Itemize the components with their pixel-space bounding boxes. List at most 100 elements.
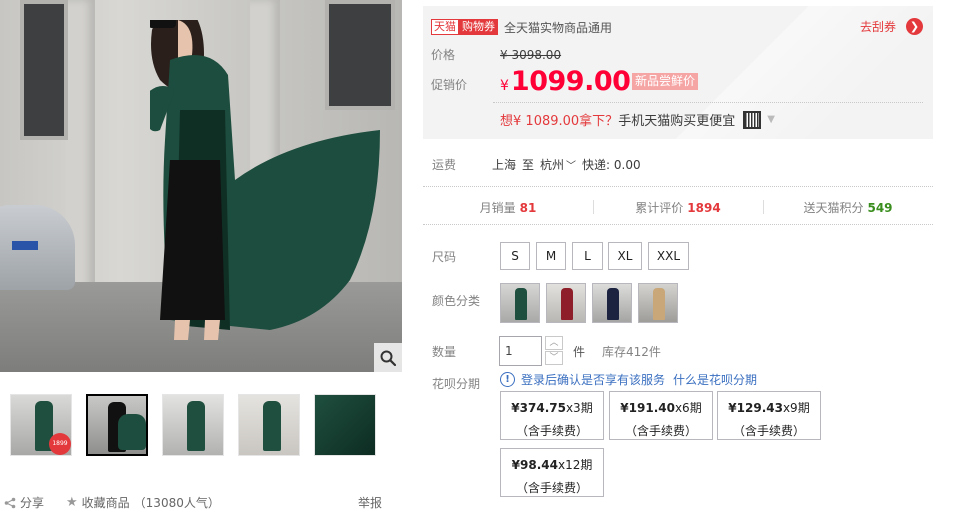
arrow-right-icon: ❯ [906, 18, 923, 35]
quantity-input[interactable]: 1 [499, 336, 542, 366]
favorite-button[interactable]: ★ 收藏商品 （13080人气） [66, 494, 220, 511]
new-product-tag: 新品尝鲜价 [632, 73, 699, 90]
tmall-points: 送天猫积分 549 [763, 199, 933, 216]
info-icon: ! [500, 372, 515, 387]
size-option-xxl[interactable]: XXL [648, 242, 689, 270]
installment-fee-note: （含手续费） [732, 424, 805, 438]
quantity-unit: 件 [573, 345, 586, 359]
main-product-image[interactable] [0, 0, 402, 372]
thumbnail-1[interactable]: 1899 [10, 394, 72, 456]
installment-amount: ¥129.43 [728, 401, 783, 415]
installment-plan-9[interactable]: ¥129.43x9期 （含手续费） [717, 391, 821, 440]
stock-count: 库存412件 [602, 345, 661, 359]
size-option-l[interactable]: L [572, 242, 603, 270]
color-option-camel[interactable] [638, 283, 678, 323]
installment-periods: x3期 [565, 401, 593, 415]
zoom-button[interactable] [374, 343, 402, 372]
price-label: 价格 [431, 48, 456, 62]
chevron-down-icon: ﹀ [566, 161, 577, 172]
promo-price: ¥ 1099.00 [500, 66, 631, 97]
sales-stats: 月销量 81 累计评价 1894 送天猫积分 549 [423, 196, 933, 218]
size-option-xl[interactable]: XL [608, 242, 642, 270]
installment-fee-note: （含手续费） [624, 424, 697, 438]
thumbnail-3[interactable] [162, 394, 224, 456]
ship-to-selector[interactable]: 杭州 ﹀ [540, 156, 576, 173]
ship-from: 上海 [492, 158, 517, 172]
monthly-sales-label: 月销量 [479, 201, 516, 215]
coupon-tag: 购物券 [459, 19, 498, 35]
tmall-points-value: 549 [867, 201, 893, 215]
divider [493, 102, 923, 103]
installment-amount: ¥98.44 [511, 458, 558, 472]
coupon-text: 全天猫实物商品通用 [504, 20, 613, 35]
background-car [0, 205, 75, 290]
share-icon [4, 497, 16, 508]
installment-periods: x6期 [674, 401, 702, 415]
monthly-sales-value: 81 [519, 201, 537, 215]
divider [423, 224, 933, 225]
installment-amount: ¥374.75 [511, 401, 566, 415]
get-coupon-button[interactable]: 去刮券 ❯ [860, 18, 923, 35]
express-fee: 快递: 0.00 [582, 158, 641, 172]
get-coupon-label: 去刮券 [859, 20, 896, 34]
installment-plan-6[interactable]: ¥191.40x6期 （含手续费） [609, 391, 713, 440]
installment-plan-3[interactable]: ¥374.75x3期 （含手续费） [500, 391, 604, 440]
qr-code-icon[interactable] [743, 110, 762, 129]
original-price: ¥ 3098.00 [500, 48, 562, 62]
app-promo-suffix: 手机天猫购买更便宜 [618, 114, 736, 129]
installment-fee-note: （含手续费） [515, 481, 588, 495]
background-window [20, 0, 68, 140]
app-promo-prefix: 想 [500, 114, 514, 129]
installment-notice: ! 登录后确认是否享有该服务 什么是花呗分期 [500, 371, 757, 388]
installment-amount: ¥191.40 [620, 401, 675, 415]
thumbnail-4[interactable] [238, 394, 300, 456]
star-icon: ★ [66, 495, 78, 510]
quantity-increase-button[interactable]: ︿ [545, 336, 563, 350]
shipping-label: 运费 [432, 158, 457, 172]
tmall-tag: 天猫 [431, 19, 459, 35]
thumbnail-2-active[interactable] [86, 394, 148, 456]
installment-periods: x12期 [557, 458, 593, 472]
coupon-row: 天猫 购物券 全天猫实物商品通用 [431, 18, 612, 36]
color-option-green[interactable] [500, 283, 540, 323]
color-option-navy[interactable] [592, 283, 632, 323]
divider [423, 186, 933, 187]
total-reviews[interactable]: 累计评价 1894 [593, 199, 763, 216]
color-label: 颜色分类 [432, 294, 481, 308]
size-label: 尺码 [432, 250, 457, 264]
total-reviews-value: 1894 [687, 201, 721, 215]
size-option-m[interactable]: M [536, 242, 566, 270]
caret-down-icon: ▼ [767, 114, 775, 125]
promo-price-label: 促销价 [431, 78, 468, 92]
installment-plan-12[interactable]: ¥98.44x12期 （含手续费） [500, 448, 604, 497]
favorite-label: 收藏商品 [81, 496, 130, 510]
product-actions-bar: 分享 ★ 收藏商品 （13080人气） 举报 [0, 494, 400, 512]
ship-to-city: 杭州 [540, 158, 565, 172]
installment-help-link[interactable]: 什么是花呗分期 [673, 371, 757, 388]
monthly-sales: 月销量 81 [423, 199, 593, 216]
color-option-red[interactable] [546, 283, 586, 323]
thumbnail-price-badge: 1899 [49, 433, 71, 455]
installment-label: 花呗分期 [432, 377, 481, 391]
currency-symbol: ¥ [500, 78, 509, 94]
magnifier-icon [380, 350, 396, 366]
quantity-decrease-button[interactable]: ﹀ [545, 351, 563, 365]
report-label: 举报 [358, 496, 383, 510]
thumbnail-5[interactable] [314, 394, 376, 456]
promo-price-value: 1099.00 [510, 66, 631, 97]
report-link[interactable]: 举报 [358, 494, 382, 511]
installment-fee-note: （含手续费） [515, 424, 588, 438]
model-figure [150, 20, 380, 340]
app-promo-amount: ¥ 1089.00拿下？ [513, 114, 619, 129]
favorite-count: （13080人气） [133, 496, 220, 510]
size-option-s[interactable]: S [500, 242, 530, 270]
share-label: 分享 [20, 496, 45, 510]
ship-to-word: 至 [522, 158, 535, 172]
quantity-label: 数量 [432, 345, 457, 359]
tmall-points-label: 送天猫积分 [803, 201, 864, 215]
app-promo-row[interactable]: 想 ¥ 1089.00拿下？ 手机天猫购买更便宜 ▼ [500, 110, 775, 129]
share-button[interactable]: 分享 [4, 494, 44, 511]
total-reviews-label: 累计评价 [635, 201, 684, 215]
price-panel: 天猫 购物券 全天猫实物商品通用 去刮券 ❯ 价格 ¥ 3098.00 促销价 ¥… [423, 6, 933, 139]
installment-notice-text: 登录后确认是否享有该服务 [521, 373, 666, 387]
